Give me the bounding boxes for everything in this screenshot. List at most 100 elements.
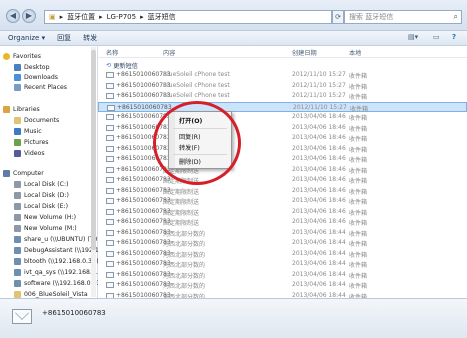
nav-volume-m[interactable]: New Volume (M:) xyxy=(14,223,77,233)
view-options-icon[interactable]: ▤▾ xyxy=(408,33,418,41)
nav-disk-d[interactable]: Local Disk (D:) xyxy=(14,190,69,200)
column-header-date[interactable]: 创建日期 xyxy=(292,48,317,57)
forward-nav-button[interactable]: ▶ xyxy=(22,9,36,23)
nav-libraries[interactable]: Libraries xyxy=(3,104,40,114)
table-row[interactable]: +8615010060783 固定期限制送 2013/04/06 18:46 收件箱 xyxy=(98,165,467,176)
scroll-thumb[interactable] xyxy=(91,50,96,250)
network-drive-icon xyxy=(14,279,21,287)
table-row[interactable]: +8615010060783 固定期限制送 2013/04/06 18:46 收件箱 xyxy=(98,196,467,207)
row-location: 收件箱 xyxy=(349,262,368,269)
table-row[interactable]: +8615010060783 BlueSoleil cPhone test 2012… xyxy=(98,70,467,81)
back-button[interactable]: ◀ xyxy=(6,9,20,23)
drive-icon xyxy=(14,191,21,199)
nav-pictures[interactable]: Pictures xyxy=(14,137,49,147)
search-input[interactable]: 搜索 蓝牙短信 ⌕ xyxy=(344,10,462,24)
row-date: 2013/04/06 18:46 xyxy=(292,134,346,141)
nav-software[interactable]: software (\\192.168.0.93) xyxy=(14,278,103,288)
table-row[interactable]: +8615010060783 固定期限制送 2013/04/06 18:46 收件箱 xyxy=(98,207,467,218)
row-content: 河西北部分数的 xyxy=(163,251,206,259)
nav-label: New Volume (H:) xyxy=(24,213,77,221)
nav-label: New Volume (M:) xyxy=(24,224,77,232)
row-location: 收件箱 xyxy=(349,115,368,122)
row-location: 收件箱 xyxy=(349,188,368,196)
search-icon[interactable]: ⌕ xyxy=(454,12,458,22)
nav-disk-c[interactable]: Local Disk (C:) xyxy=(14,179,69,189)
row-location: 收件箱 xyxy=(349,125,368,133)
row-number: +8615010060783 xyxy=(116,113,171,120)
table-row[interactable]: +8615010060783 2013/04/06 18:46 收件箱 xyxy=(98,123,467,134)
refresh-button[interactable]: ⟳ xyxy=(332,10,344,24)
row-content: BlueSoleil cPhone test xyxy=(163,81,230,89)
table-row[interactable]: +8615010060783 固定期限制送 2013/04/06 18:46 收件箱 xyxy=(98,217,467,228)
computer-icon xyxy=(3,169,10,177)
menu-item-reply[interactable]: 回复(R) xyxy=(179,132,201,141)
nav-volume-h[interactable]: New Volume (H:) xyxy=(14,212,76,222)
refresh-icon: ⟲ xyxy=(106,62,112,69)
nav-label: Downloads xyxy=(24,73,58,81)
nav-debug-assistant[interactable]: DebugAssistant (\\192.16 xyxy=(14,245,103,255)
column-header-location[interactable]: 本地 xyxy=(349,48,361,57)
nav-disk-e[interactable]: Local Disk (E:) xyxy=(14,201,68,211)
help-icon[interactable]: ? xyxy=(452,33,456,41)
nav-recent-places[interactable]: Recent Places xyxy=(14,82,67,92)
nav-bltooth[interactable]: bltooth (\\192.168.0.3) (X xyxy=(14,256,103,266)
nav-downloads[interactable]: Downloads xyxy=(14,72,58,82)
group-header[interactable]: ⟲ 更新短信 xyxy=(106,61,138,70)
table-row[interactable]: +8615010060783 2012/11/10 15:27 收件箱 xyxy=(98,101,467,113)
mail-icon xyxy=(106,156,114,162)
search-placeholder: 搜索 蓝牙短信 xyxy=(349,13,394,21)
nav-videos[interactable]: Videos xyxy=(14,148,45,158)
context-menu: 打开(O) 回复(R) 转发(F) 删除(D) xyxy=(168,111,232,169)
table-row[interactable]: +8615010060783 2013/04/06 18:46 收件箱 xyxy=(98,154,467,165)
row-number: +8615010060783 xyxy=(116,155,171,162)
breadcrumb-segment[interactable]: 蓝牙位置 xyxy=(67,12,95,22)
nav-label: Recent Places xyxy=(24,83,68,91)
table-row[interactable]: +8615010060783 2013/04/06 18:46 收件箱 xyxy=(98,112,467,123)
forward-button[interactable]: 转发 xyxy=(83,33,97,43)
nav-favorites[interactable]: Favorites xyxy=(3,51,41,61)
table-row[interactable]: +8615010060783 BlueSoleil cPhone test 2012… xyxy=(98,91,467,102)
mail-icon xyxy=(106,124,114,131)
nav-documents[interactable]: Documents xyxy=(14,115,59,125)
table-row[interactable]: +8615010060783 2013/04/06 18:46 收件箱 xyxy=(98,133,467,144)
folder-icon: ▣ xyxy=(49,13,56,21)
menu-item-open[interactable]: 打开(O) xyxy=(179,116,202,125)
table-row[interactable]: +8615010060783 河西北部分数的 2013/04/06 18:44 收件箱 xyxy=(98,238,467,249)
table-row[interactable]: +8615010060783 固定期限制送 2013/04/06 18:46 收件箱 xyxy=(98,186,467,197)
table-row[interactable]: +8615010060783 河西北部分数的 2013/04/06 18:44 收件箱 xyxy=(98,249,467,260)
menu-item-delete[interactable]: 删除(D) xyxy=(179,157,201,166)
nav-share-u[interactable]: share_u (\\UBUNTU) (T:) xyxy=(14,234,97,244)
nav-desktop[interactable]: Desktop xyxy=(14,62,50,72)
libraries-icon xyxy=(3,105,10,113)
address-box[interactable]: ▣ ▸ 蓝牙位置 ▸ LG-P705 ▸ 蓝牙短信 xyxy=(44,10,332,24)
reply-button[interactable]: 回复 xyxy=(57,33,71,43)
mail-icon xyxy=(106,229,114,236)
table-row[interactable]: +8615010060783 河西北部分数的 2013/04/06 18:44 收件箱 xyxy=(98,259,467,270)
nav-label: share_u (\\UBUNTU) (T:) xyxy=(24,235,98,243)
column-header-name[interactable]: 名称 xyxy=(106,48,118,57)
table-row[interactable]: +8615010060783 2013/04/06 18:46 收件箱 xyxy=(98,144,467,155)
drive-icon xyxy=(14,224,21,232)
nav-scrollbar[interactable] xyxy=(91,47,96,297)
row-date: 2013/04/06 18:44 xyxy=(292,260,346,267)
nav-music[interactable]: Music xyxy=(14,126,42,136)
row-content: 固定期限制送 xyxy=(163,220,200,227)
nav-computer[interactable]: Computer xyxy=(3,168,44,178)
row-location: 收件箱 xyxy=(349,283,368,290)
group-label: 更新短信 xyxy=(113,63,138,70)
preview-pane-icon[interactable]: ▭ xyxy=(433,33,440,41)
table-row[interactable]: +8615010060783 BlueSoleil cPhone test 2012… xyxy=(98,81,467,92)
breadcrumb-segment[interactable]: 蓝牙短信 xyxy=(148,12,176,22)
star-icon xyxy=(3,52,10,60)
table-row[interactable]: +8615010060783 河西北部分数的 2013/04/06 18:44 收件箱 xyxy=(98,280,467,291)
table-row[interactable]: +8615010060783 河西北部分数的 2013/04/06 18:44 收件箱 xyxy=(98,228,467,239)
column-header-content[interactable]: 内容 xyxy=(163,48,175,57)
nav-label: Libraries xyxy=(13,105,40,113)
organize-button[interactable]: Organize ▾ xyxy=(8,34,45,42)
table-row[interactable]: +8615010060783 河西北部分数的 2013/04/06 18:44 收件箱 xyxy=(98,270,467,281)
breadcrumb-segment[interactable]: LG-P705 xyxy=(107,13,136,21)
menu-item-forward[interactable]: 转发(F) xyxy=(179,143,200,152)
row-content: 河西北部分数的 xyxy=(163,241,206,248)
explorer-window: ◀ ▶ ▣ ▸ 蓝牙位置 ▸ LG-P705 ▸ 蓝牙短信 ⟳ 搜索 蓝牙短信 … xyxy=(0,0,467,338)
table-row[interactable]: +8615010060783 固定期限制送 2013/04/06 18:46 收件箱 xyxy=(98,175,467,186)
